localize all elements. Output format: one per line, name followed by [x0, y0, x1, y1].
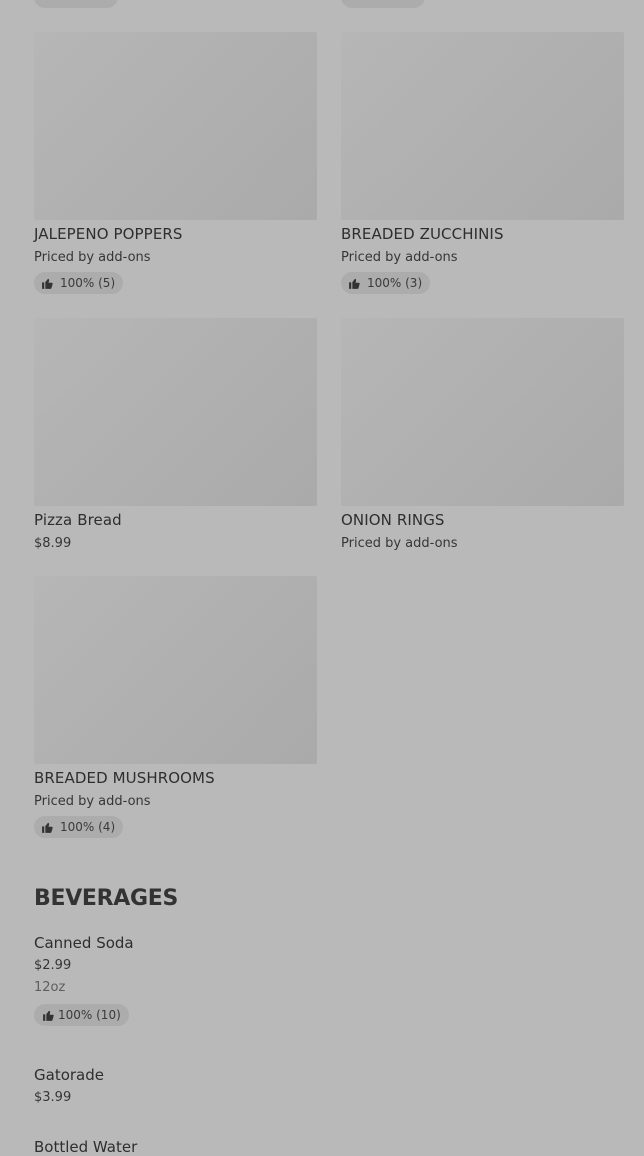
rating-text: 100% (4)	[60, 820, 116, 834]
rating-text: 100% (3)	[367, 276, 423, 290]
menu-item-row[interactable]: Gatorade $3.99	[34, 1066, 104, 1105]
rating-badge: 100% (4)	[34, 816, 124, 838]
menu-item-card[interactable]: BREADED ZUCCHINIS Priced by add-ons 100%…	[341, 32, 624, 294]
menu-item-price: Priced by add-ons	[34, 794, 151, 809]
rating-badge: 100% (10)	[34, 1004, 129, 1026]
menu-item-card[interactable]: ONION RINGS Priced by add-ons	[341, 318, 624, 554]
menu-item-image[interactable]	[34, 318, 317, 506]
menu-item-name: Bottled Water	[34, 1138, 138, 1156]
menu-item-row[interactable]: Canned Soda $2.99 12oz 100% (10)	[34, 934, 134, 1026]
menu-item-name: BREADED ZUCCHINIS	[341, 225, 504, 243]
menu-item-card[interactable]: JALEPENO POPPERS Priced by add-ons 100% …	[34, 32, 317, 294]
menu-item-name: ONION RINGS	[341, 511, 445, 529]
rating-badge: 100% (3)	[341, 272, 431, 294]
menu-item-row[interactable]: Bottled Water	[34, 1138, 137, 1156]
thumbs-up-icon	[349, 278, 360, 289]
thumbs-up-icon	[42, 278, 53, 289]
section-title: BEVERAGES	[34, 886, 179, 911]
menu-item-price: $2.99	[34, 958, 72, 973]
menu-item-name: JALEPENO POPPERS	[34, 225, 183, 243]
menu-item-name: Pizza Bread	[34, 511, 122, 529]
menu-item-price: $3.99	[34, 1090, 72, 1105]
rating-text: 100% (5)	[60, 276, 116, 290]
menu-item-price: Priced by add-ons	[341, 536, 458, 551]
menu-item-image[interactable]	[34, 32, 317, 220]
menu-item-card[interactable]: BREADED MUSHROOMS Priced by add-ons 100%…	[34, 576, 317, 838]
menu-item-description: 12oz	[34, 980, 66, 995]
rating-badge-partial	[34, 0, 118, 8]
rating-text: 100% (10)	[58, 1008, 121, 1022]
menu-item-image[interactable]	[34, 576, 317, 764]
menu-item-image[interactable]	[341, 318, 624, 506]
menu-item-price: Priced by add-ons	[34, 250, 151, 265]
menu-item-name: Canned Soda	[34, 934, 134, 952]
rating-badge: 100% (5)	[34, 272, 124, 294]
menu-item-image[interactable]	[341, 32, 624, 220]
menu-item-price: Priced by add-ons	[341, 250, 458, 265]
menu-item-price: $8.99	[34, 536, 72, 551]
rating-badge-partial	[341, 0, 425, 8]
thumbs-up-icon	[42, 822, 53, 833]
menu-item-name: Gatorade	[34, 1066, 104, 1084]
menu-item-name: BREADED MUSHROOMS	[34, 769, 215, 787]
menu-item-card[interactable]: Pizza Bread $8.99	[34, 318, 317, 554]
thumbs-up-icon	[43, 1010, 54, 1021]
